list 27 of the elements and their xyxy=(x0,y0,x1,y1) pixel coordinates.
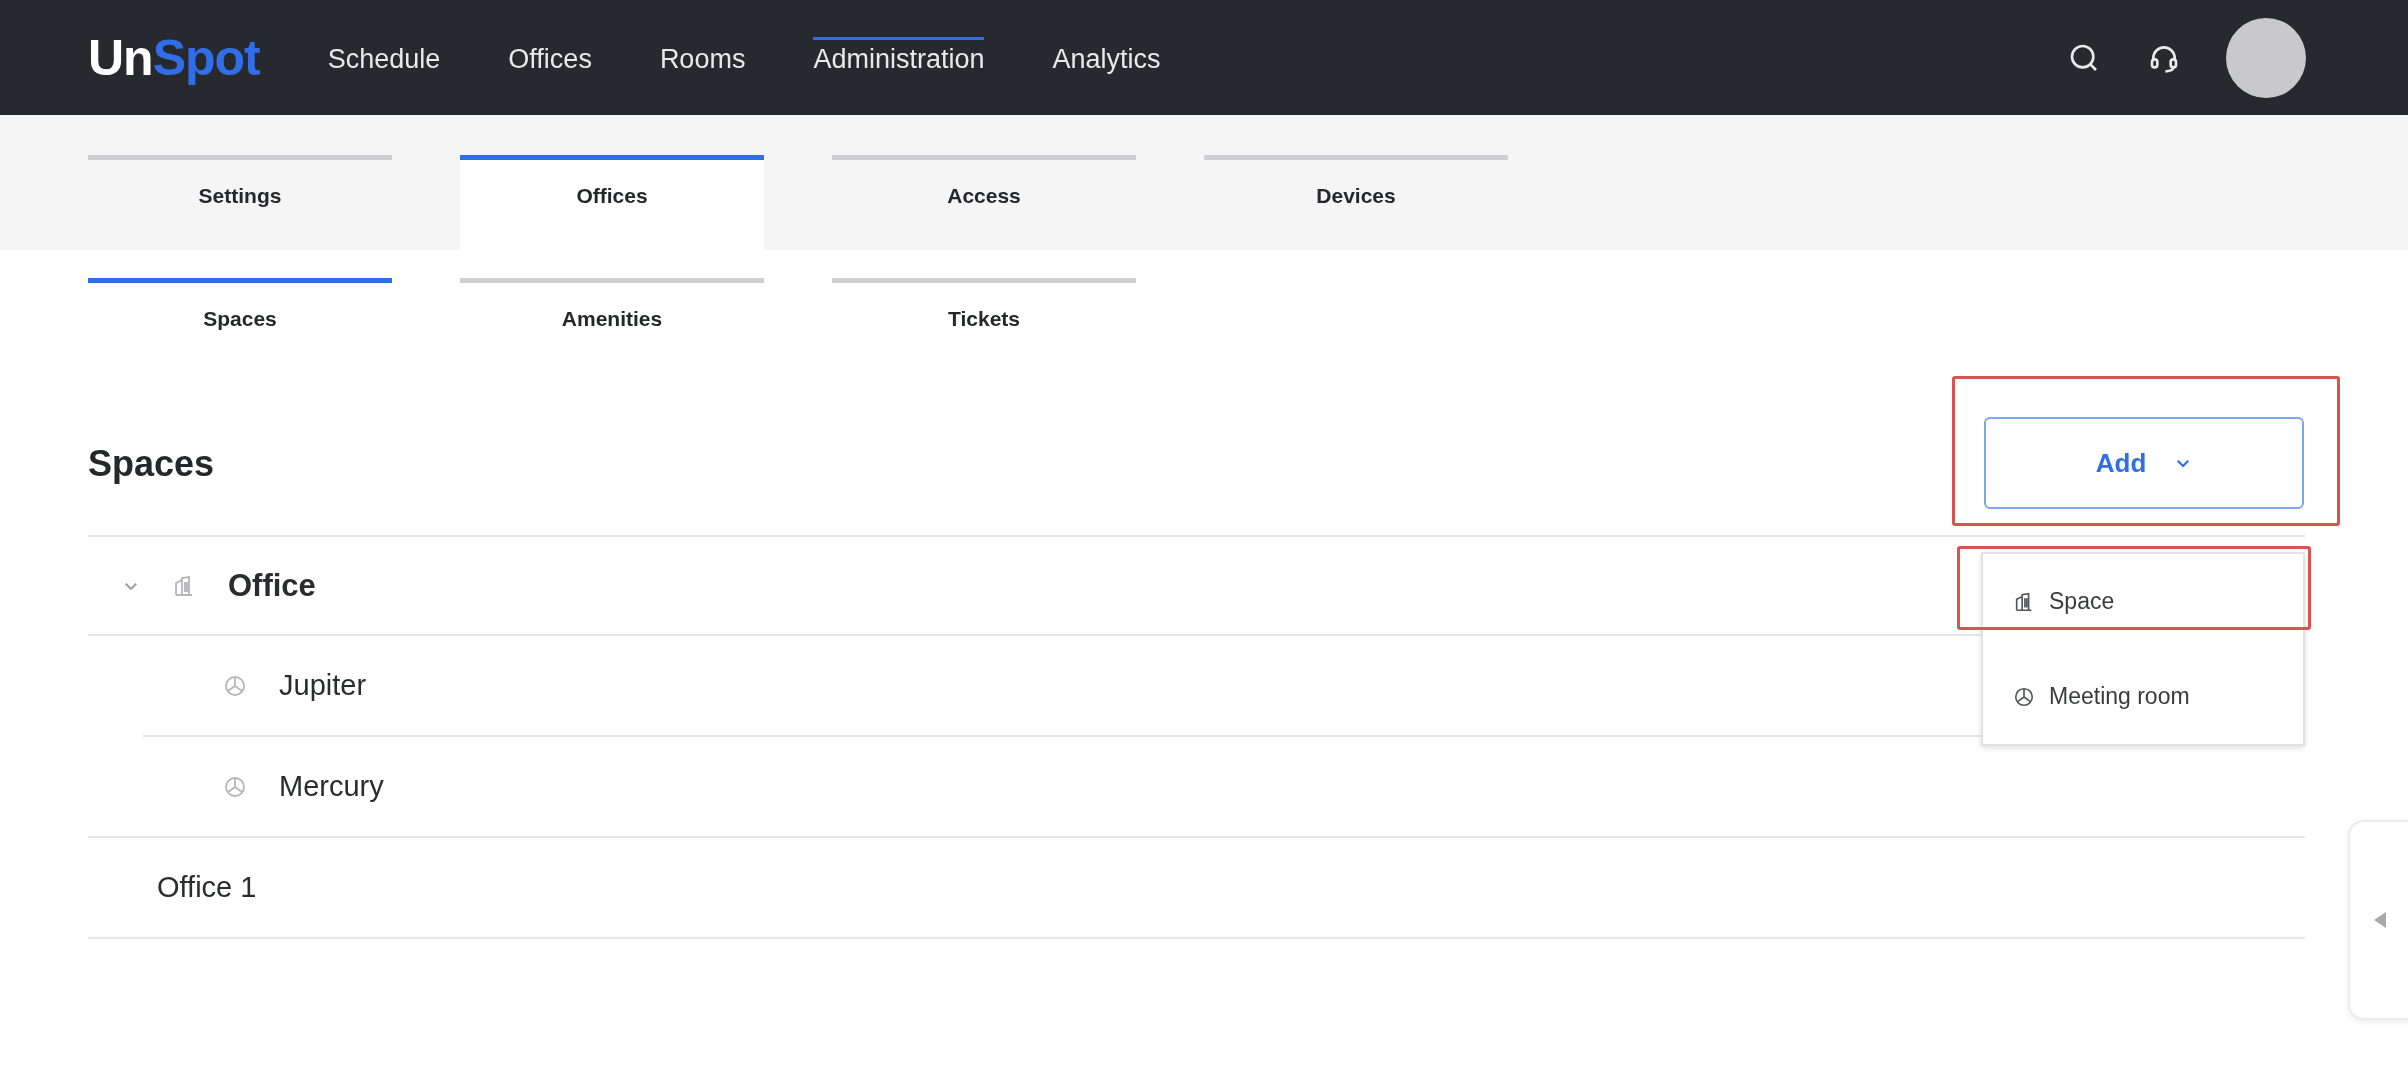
menu-item-label: Space xyxy=(2049,588,2115,615)
nav-link[interactable]: Analytics xyxy=(1052,36,1161,79)
tree-item[interactable]: Office xyxy=(228,567,316,604)
tab[interactable]: Access xyxy=(832,155,1136,250)
nav-link[interactable]: Administration xyxy=(813,36,985,79)
triangle-left-icon xyxy=(2372,910,2388,930)
logo: UnSpot xyxy=(88,28,260,87)
sub-tab[interactable]: Amenities xyxy=(460,278,764,340)
tab[interactable]: Devices xyxy=(1204,155,1508,250)
nav-link[interactable]: Rooms xyxy=(659,36,746,79)
page-title: Spaces xyxy=(88,443,215,485)
room-icon xyxy=(223,673,247,698)
tree-item[interactable]: Jupiter xyxy=(279,669,367,702)
sub-tab[interactable]: Tickets xyxy=(832,278,1136,340)
nav-link[interactable]: Offices xyxy=(508,36,592,79)
menu-item-label: Meeting room xyxy=(2049,683,2190,710)
nav-link[interactable]: Schedule xyxy=(327,36,441,79)
tree-item[interactable]: Mercury xyxy=(279,770,384,803)
menu-item[interactable]: Meeting room xyxy=(1983,649,2303,744)
add-button[interactable]: Add xyxy=(1984,417,2304,509)
menu-item[interactable]: Space xyxy=(1983,554,2303,649)
room-icon xyxy=(223,774,247,799)
tab[interactable]: Offices xyxy=(460,155,764,250)
sub-tab[interactable]: Spaces xyxy=(88,278,392,340)
tab[interactable]: Settings xyxy=(88,155,392,250)
tree-item[interactable]: Office 1 xyxy=(157,871,257,904)
room-icon xyxy=(2013,685,2035,708)
